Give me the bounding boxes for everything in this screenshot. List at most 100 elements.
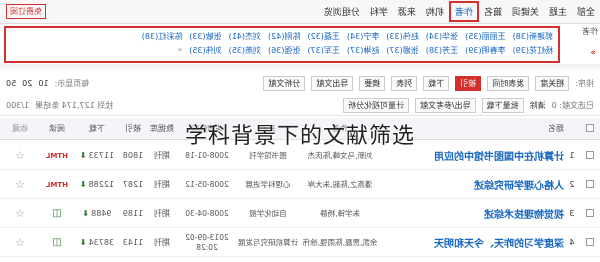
row-download[interactable]: 9488 ⬇ [74,209,120,218]
row-source[interactable]: 计算机研究与发展 [236,237,300,248]
author-filter-item[interactable]: 王芳(38) [426,45,458,56]
author-filter-item[interactable]: 刘燕(35) [229,45,261,56]
row-db: 期刊 [154,209,170,218]
author-filter-item[interactable]: 张娜(37) [386,45,418,56]
row-date: 2008-05-12 [185,179,229,189]
row-cite[interactable]: 1808 [120,151,146,160]
filter-tab-author[interactable]: 作者 [448,1,479,22]
row-cite[interactable]: 1143 [120,238,146,247]
filter-tab[interactable]: 关键词 [507,5,544,18]
view-abstract-button[interactable]: 摘要 [359,75,386,91]
analyze-button[interactable]: 分析文献 [263,75,306,91]
row-author[interactable]: 潘燕之,陈毅,朱大岸 [300,180,380,190]
row-cite[interactable]: 1189 [120,209,146,218]
author-filter-item[interactable]: 李宁(34) [347,31,379,42]
row-number: 2 [569,180,575,189]
filter-tab-bar: 全部 主题 关键词 篇名 作者 机构 来源 学科 分组浏览 免费订阅 [0,0,600,24]
row-author[interactable]: 余凯,贾磊,陈雨强,徐伟 [300,238,380,248]
batch-download-button[interactable]: 批量下载 [481,98,524,113]
row-cite[interactable]: 1287 [120,180,146,189]
author-filter-item[interactable]: 张强(36) [268,45,300,56]
download-icon[interactable]: ⬇ [80,238,87,247]
filter-tab[interactable]: 机构 [421,5,449,18]
download-icon[interactable]: ⬇ [80,151,87,160]
page-size-option[interactable]: 50 [6,79,16,88]
author-filter-item[interactable]: 郭建新(38) [513,31,553,42]
author-row-1: 郭建新(38) 王丽丽(35) 张华(34) 赵伟(33) 李宁(34) 王磊(… [6,28,558,42]
book-read-icon[interactable]: ◫ [52,208,61,219]
row-download[interactable]: 11733 ⬇ [74,151,120,160]
html-read-icon[interactable]: HTML [46,152,68,160]
row-read[interactable]: ◫ [40,208,74,219]
row-read[interactable]: HTML [40,180,74,189]
author-filter-item[interactable]: 王军(37) [307,45,339,56]
author-filter-item[interactable]: 王磊(32) [307,31,339,42]
page-size-label: 每页显示: [54,78,90,88]
row-checkbox[interactable] [580,179,600,190]
subscribe-link[interactable]: 免费订阅 [6,4,46,19]
export-refs-button[interactable]: 导出/参考文献 [414,98,476,113]
row-date: 2013-09-02 20:28 [185,232,229,252]
divider [0,64,600,72]
page-size-option[interactable]: 10 [38,79,48,88]
row-source[interactable]: 心理科学进展 [236,179,300,190]
download-count: 11733 [88,151,115,160]
download-icon[interactable]: ⬇ [82,209,89,218]
favorite-star-icon[interactable]: ☆ [0,149,40,162]
action-toolbar: 已选文献: 0 清除 批量下载 导出/参考文献 计量可视化分析 找到 127,1… [0,96,600,116]
row-author[interactable]: 刘新,马文峰,陈庆杰 [300,151,380,161]
page: 全部 主题 关键词 篇名 作者 机构 来源 学科 分组浏览 免费订阅 作者 » … [0,0,600,262]
author-filter-item[interactable]: 李春明(39) [465,45,505,56]
row-download[interactable]: 12288 ⬇ [74,180,120,189]
filter-tab[interactable]: 主题 [544,5,572,18]
row-checkbox[interactable] [580,150,600,161]
view-list-button[interactable]: 列表 [391,75,418,91]
row-checkbox[interactable] [580,208,600,219]
row-date: 2008-01-18 [185,150,229,160]
row-title-link[interactable]: 视觉物理技术综述 [380,206,564,221]
row-download[interactable]: 38734 ⬇ [74,238,120,247]
page-size-option[interactable]: 20 [22,79,32,88]
row-checkbox[interactable] [580,237,600,248]
author-filter-item[interactable]: 陈彩红(38) [142,31,182,42]
author-filter-item[interactable]: 赵伟(33) [386,31,418,42]
sort-download[interactable]: 下载 [423,75,450,91]
favorite-star-icon[interactable]: ☆ [0,178,40,191]
favorite-star-icon[interactable]: ☆ [0,236,40,249]
row-read[interactable]: HTML [40,151,74,160]
more-authors-icon[interactable]: » [177,45,182,56]
row-author[interactable]: 朱学锋,杨静 [300,209,380,219]
export-button[interactable]: 导出文献 [311,75,354,91]
author-filter-item[interactable]: 刘杰(41) [229,31,261,42]
author-filter-item[interactable]: 王丽丽(35) [465,31,505,42]
row-source[interactable]: 自动化学报 [236,208,300,219]
filter-tab[interactable]: 全部 [572,5,600,18]
filter-tab[interactable]: 来源 [393,5,421,18]
author-filter-item[interactable]: 刘伟(35) [189,45,221,56]
visual-analysis-button[interactable]: 计量可视化分析 [342,98,409,113]
filter-tab[interactable]: 学科 [365,5,393,18]
sort-date[interactable]: 发表时间 [487,75,530,91]
download-icon[interactable]: ⬇ [80,180,87,189]
author-filter-item[interactable]: 张华(34) [426,31,458,42]
author-filter-item[interactable]: 杨红花(39) [513,45,553,56]
clear-link[interactable]: 清除 [530,100,546,111]
sort-cited[interactable]: 被引 [455,75,482,91]
author-filter-item[interactable]: 张敏(33) [189,31,221,42]
sort-relevance[interactable]: 相关度 [535,75,570,91]
html-read-icon[interactable]: HTML [46,181,68,189]
collapse-icon[interactable]: » [590,48,596,58]
author-filter-item[interactable]: 陈刚(42) [268,31,300,42]
row-title-link[interactable]: 计算机在中国图书馆中的应用 [380,148,564,163]
row-title-link[interactable]: 深度学习的昨天、今天和明天 [380,235,564,250]
row-source[interactable]: 图书馆学刊 [236,150,300,161]
row-read[interactable]: ◫ [40,237,74,248]
book-read-icon[interactable]: ◫ [52,237,61,248]
filter-tab[interactable]: 篇名 [479,5,507,18]
filter-label-text: 作者 [582,27,598,36]
row-number: 4 [569,238,575,247]
favorite-star-icon[interactable]: ☆ [0,207,40,220]
row-title-link[interactable]: 人格心理学研究综述 [380,177,564,192]
filter-tab[interactable]: 分组浏览 [319,5,365,18]
author-filter-item[interactable]: 赵琳(37) [347,45,379,56]
